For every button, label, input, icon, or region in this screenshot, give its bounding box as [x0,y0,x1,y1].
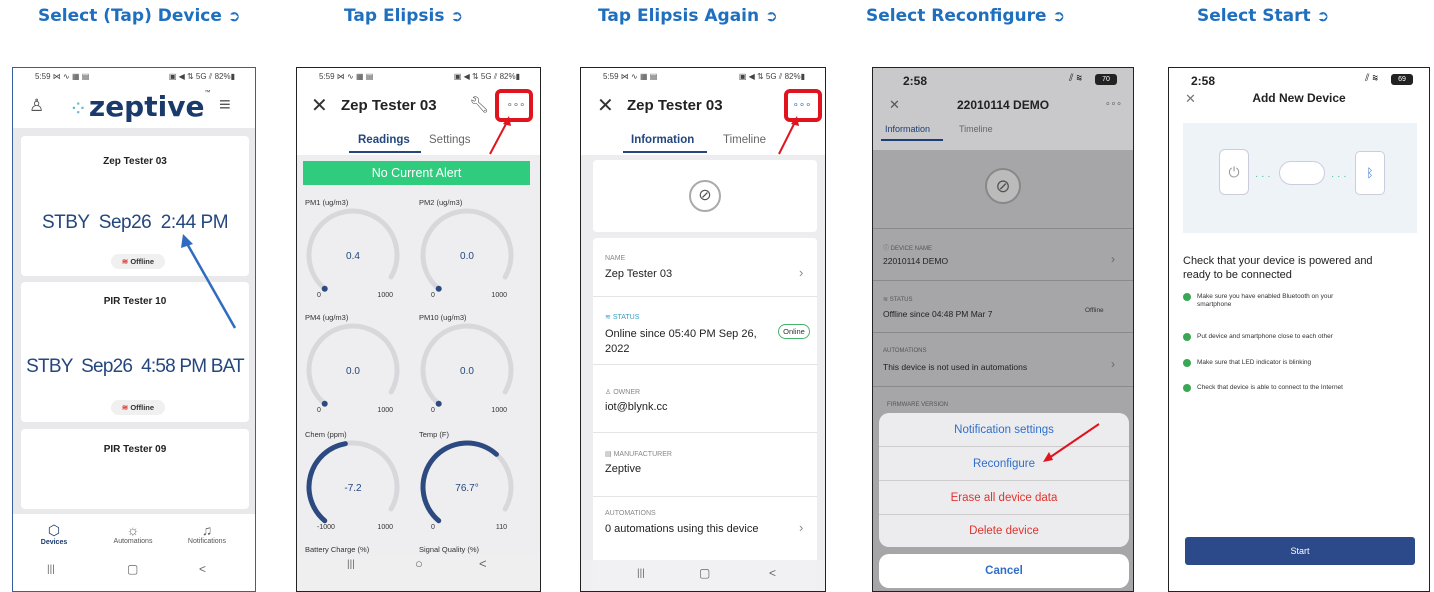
phone-screen-action-sheet: 2:58 ⫽ ≋ 70 ✕ 22010114 DEMO ∘∘∘ Informat… [872,67,1134,592]
check-icon [1183,333,1191,341]
status-time: 2:58 [1191,74,1216,88]
phone-screen-add-device: 2:58 ⫽ ≋ 69 ✕ Add New Device ⏻ · · · · ·… [1168,67,1430,592]
step-title-2: Tap Elipsis ➲ [344,6,464,26]
arrow-right-icon: ➲ [227,7,241,25]
check-icon [1183,359,1191,367]
pointer-arrow [778,116,799,155]
arrow-right-icon: ➲ [1316,7,1330,25]
step-title-4: Select Reconfigure ➲ [866,6,1066,26]
start-button[interactable]: Start [1185,537,1415,565]
phone-screen-readings: 5:59 ⋈ ∿ ▦ ▤ ▣ ◀ ⇅ 5G ⫽ 82%▮ ✕ Zep Tester… [296,67,541,592]
step-title-5: Select Start ➲ [1197,6,1330,26]
pointer-arrow [489,116,511,155]
arrow-right-icon: ➲ [765,7,778,25]
instructions-heading: Check that your device is powered and re… [1183,255,1373,281]
check-icon [1183,293,1191,301]
phone-screen-device-list: 5:59 ⋈ ∿ ▦ ▤ ▣ ◀ ⇅ 5G ⫽ 82%▮ ♙ ⁘ zeptive™… [12,67,256,592]
phone-screen-information: 5:59 ⋈ ∿ ▦ ▤ ▣ ◀ ⇅ 5G ⫽ 82%▮ ✕ Zep Tester… [580,67,826,592]
battery-icon: 69 [1391,74,1413,85]
pointer-arrow [181,234,237,329]
connection-illustration: ⏻ · · · · · · ᛒ [1183,123,1417,233]
power-plug-icon: ⏻ [1219,149,1249,195]
arrow-right-icon: ➲ [450,7,464,25]
arrow-right-icon: ➲ [1052,7,1066,25]
check-icon [1183,384,1191,392]
device-puck-icon [1279,161,1325,185]
status-signal: ⫽ ≋ [1365,73,1379,84]
step-title-3: Tap Elipsis Again ➲ [598,6,778,26]
step-title-1: Select (Tap) Device ➲ [38,6,241,26]
pointer-arrow [1043,423,1100,462]
smartphone-bluetooth-icon: ᛒ [1355,151,1385,195]
page-title: Add New Device [1252,91,1346,105]
